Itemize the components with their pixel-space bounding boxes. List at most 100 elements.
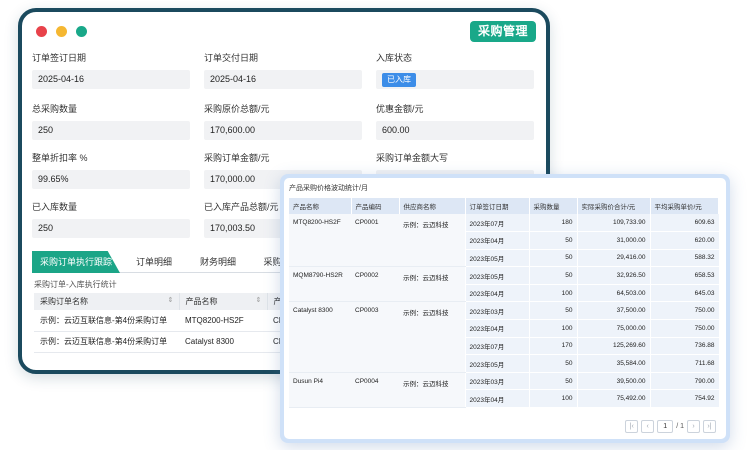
supplier-cell: 示例：云迈科技	[399, 214, 465, 268]
date-cell: 2023年03月	[464, 372, 529, 391]
field-label: 总采购数量	[32, 104, 78, 114]
avg-cell: 790.00	[649, 372, 719, 391]
close-dot[interactable]	[36, 26, 47, 37]
qty-cell: 100	[528, 389, 577, 409]
qty-cell: 50	[528, 372, 577, 391]
price-fluctuation-table: 产品名称 产品编码 供应商名称 订单签订日期 采购数量 实际采购价合计/元 平均…	[289, 198, 719, 409]
field-discount-rate: 整单折扣率 % 99.65%	[32, 152, 190, 189]
field-label: 采购原价总额/元	[204, 104, 270, 114]
date-cell: 2023年04月	[464, 231, 529, 250]
column-header-order-name[interactable]: 采购订单名称 ⇕	[34, 293, 180, 310]
section-subtitle: 采购订单-入库执行统计	[34, 280, 117, 289]
table-cell: MTQ8200-HS2F	[179, 310, 267, 332]
column-header-sign-date[interactable]: 订单签订日期	[465, 198, 530, 214]
table-row[interactable]: Dusun Pi4 CP0004 示例：云迈科技 2023年03月 50 39,…	[289, 372, 719, 409]
total-cell: 39,500.00	[576, 372, 650, 391]
next-page-icon[interactable]: ›	[687, 420, 700, 433]
table-header-row: 产品名称 产品编码 供应商名称 订单签订日期 采购数量 实际采购价合计/元 平均…	[289, 198, 719, 214]
status-badge: 已入库	[382, 73, 416, 87]
column-header-avg-price[interactable]: 平均采购单价/元	[650, 198, 719, 214]
total-cell: 75,492.00	[576, 389, 650, 409]
avg-cell: 750.00	[649, 301, 719, 321]
field-value: 250	[32, 121, 190, 140]
field-sign-date: 订单签订日期 2025-04-16	[32, 52, 190, 89]
first-page-icon[interactable]: |‹	[625, 420, 639, 433]
product-name-cell: Catalyst 8300	[289, 301, 351, 373]
panel-title: 产品采购价格波动统计/月	[289, 185, 368, 192]
sort-icon[interactable]: ⇕	[168, 296, 174, 304]
tab-finance-details[interactable]: 财务明细	[188, 251, 248, 273]
date-cell: 2023年05月	[464, 266, 529, 285]
field-stocked-qty: 已入库数量 250	[32, 201, 190, 238]
table-row[interactable]: Catalyst 8300 CP0003 示例：云迈科技 2023年03月 50…	[289, 301, 719, 373]
pagination: |‹ ‹ 1 / 1 › ›|	[625, 420, 716, 433]
last-page-icon[interactable]: ›|	[703, 420, 716, 433]
avg-cell: 658.53	[649, 266, 719, 285]
avg-cell: 588.32	[649, 249, 719, 268]
price-fluctuation-window: 产品采购价格波动统计/月 产品名称 产品编码 供应商名称 订单签订日期 采购数量…	[280, 174, 730, 443]
product-code-cell: CP0001	[351, 214, 399, 268]
date-cell: 2023年05月	[464, 354, 529, 373]
field-label: 优惠金额/元	[376, 104, 424, 114]
total-cell: 29,416.00	[576, 249, 650, 268]
field-label: 采购订单金额/元	[204, 153, 270, 163]
field-total-qty: 总采购数量 250	[32, 103, 190, 140]
total-cell: 32,926.50	[576, 266, 650, 285]
sort-icon[interactable]: ⇕	[256, 296, 262, 304]
page-number-input[interactable]: 1	[657, 420, 674, 433]
date-cell: 2023年04月	[464, 319, 529, 338]
column-header-actual-total[interactable]: 实际采购价合计/元	[577, 198, 651, 214]
total-cell: 109,733.90	[576, 214, 650, 233]
total-cell: 75,000.00	[576, 319, 650, 338]
total-cell: 37,500.00	[576, 301, 650, 321]
field-label: 整单折扣率 %	[32, 153, 88, 163]
qty-cell: 50	[528, 249, 577, 268]
total-cell: 35,584.00	[576, 354, 650, 373]
avg-cell: 750.00	[649, 319, 719, 338]
field-label: 已入库数量	[32, 202, 78, 212]
field-stock-status: 入库状态 已入库	[376, 52, 534, 89]
date-cell: 2023年04月	[464, 284, 529, 303]
date-cell: 2023年07月	[464, 337, 529, 356]
field-delivery-date: 订单交付日期 2025-04-16	[204, 52, 362, 89]
product-name-cell: MQM8790-HS2R	[289, 266, 351, 303]
product-code-cell: CP0002	[351, 266, 399, 303]
field-label: 采购订单金额大写	[376, 153, 449, 163]
avg-cell: 609.63	[649, 214, 719, 233]
total-cell: 64,503.00	[576, 284, 650, 303]
avg-cell: 645.03	[649, 284, 719, 303]
product-name-cell: MTQ8200-HS2F	[289, 214, 351, 268]
table-row[interactable]: MTQ8200-HS2F CP0001 示例：云迈科技 2023年07月 180…	[289, 214, 719, 268]
tab-execution-tracking[interactable]: 采购订单执行跟踪	[32, 251, 120, 273]
supplier-cell: 示例：云迈科技	[399, 266, 465, 303]
column-header-product-code[interactable]: 产品编码	[351, 198, 400, 214]
field-value: 600.00	[376, 121, 534, 140]
field-original-total: 采购原价总额/元 170,600.00	[204, 103, 362, 140]
field-value: 2025-04-16	[204, 70, 362, 89]
prev-page-icon[interactable]: ‹	[641, 420, 655, 433]
column-header-quantity[interactable]: 采购数量	[529, 198, 578, 214]
qty-cell: 100	[528, 284, 577, 303]
qty-cell: 100	[528, 319, 577, 338]
brand-badge: 采购管理	[469, 21, 536, 42]
table-row[interactable]: MQM8790-HS2R CP0002 示例：云迈科技 2023年05月 50 …	[289, 266, 719, 303]
maximize-dot[interactable]	[76, 26, 87, 37]
tab-order-details[interactable]: 订单明细	[124, 251, 184, 273]
price-fluctuation-panel: 产品采购价格波动统计/月 产品名称 产品编码 供应商名称 订单签订日期 采购数量…	[284, 178, 726, 439]
qty-cell: 170	[528, 337, 577, 356]
field-value: 已入库	[376, 70, 534, 89]
avg-cell: 620.00	[649, 231, 719, 250]
column-header-supplier[interactable]: 供应商名称	[399, 198, 466, 214]
total-cell: 125,269.60	[576, 337, 650, 356]
column-header-product-name[interactable]: 产品名称 ⇕	[179, 293, 268, 310]
avg-cell: 711.68	[649, 354, 719, 373]
minimize-dot[interactable]	[56, 26, 67, 37]
qty-cell: 50	[528, 266, 577, 285]
avg-cell: 754.92	[649, 389, 719, 409]
qty-cell: 50	[528, 231, 577, 250]
product-code-cell: CP0004	[351, 372, 399, 409]
window-controls	[36, 26, 87, 37]
column-header-product-name[interactable]: 产品名称	[289, 198, 352, 214]
field-value: 250	[32, 219, 190, 238]
table-cell: 示例：云迈互联信息-第4份采购订单	[34, 310, 179, 332]
